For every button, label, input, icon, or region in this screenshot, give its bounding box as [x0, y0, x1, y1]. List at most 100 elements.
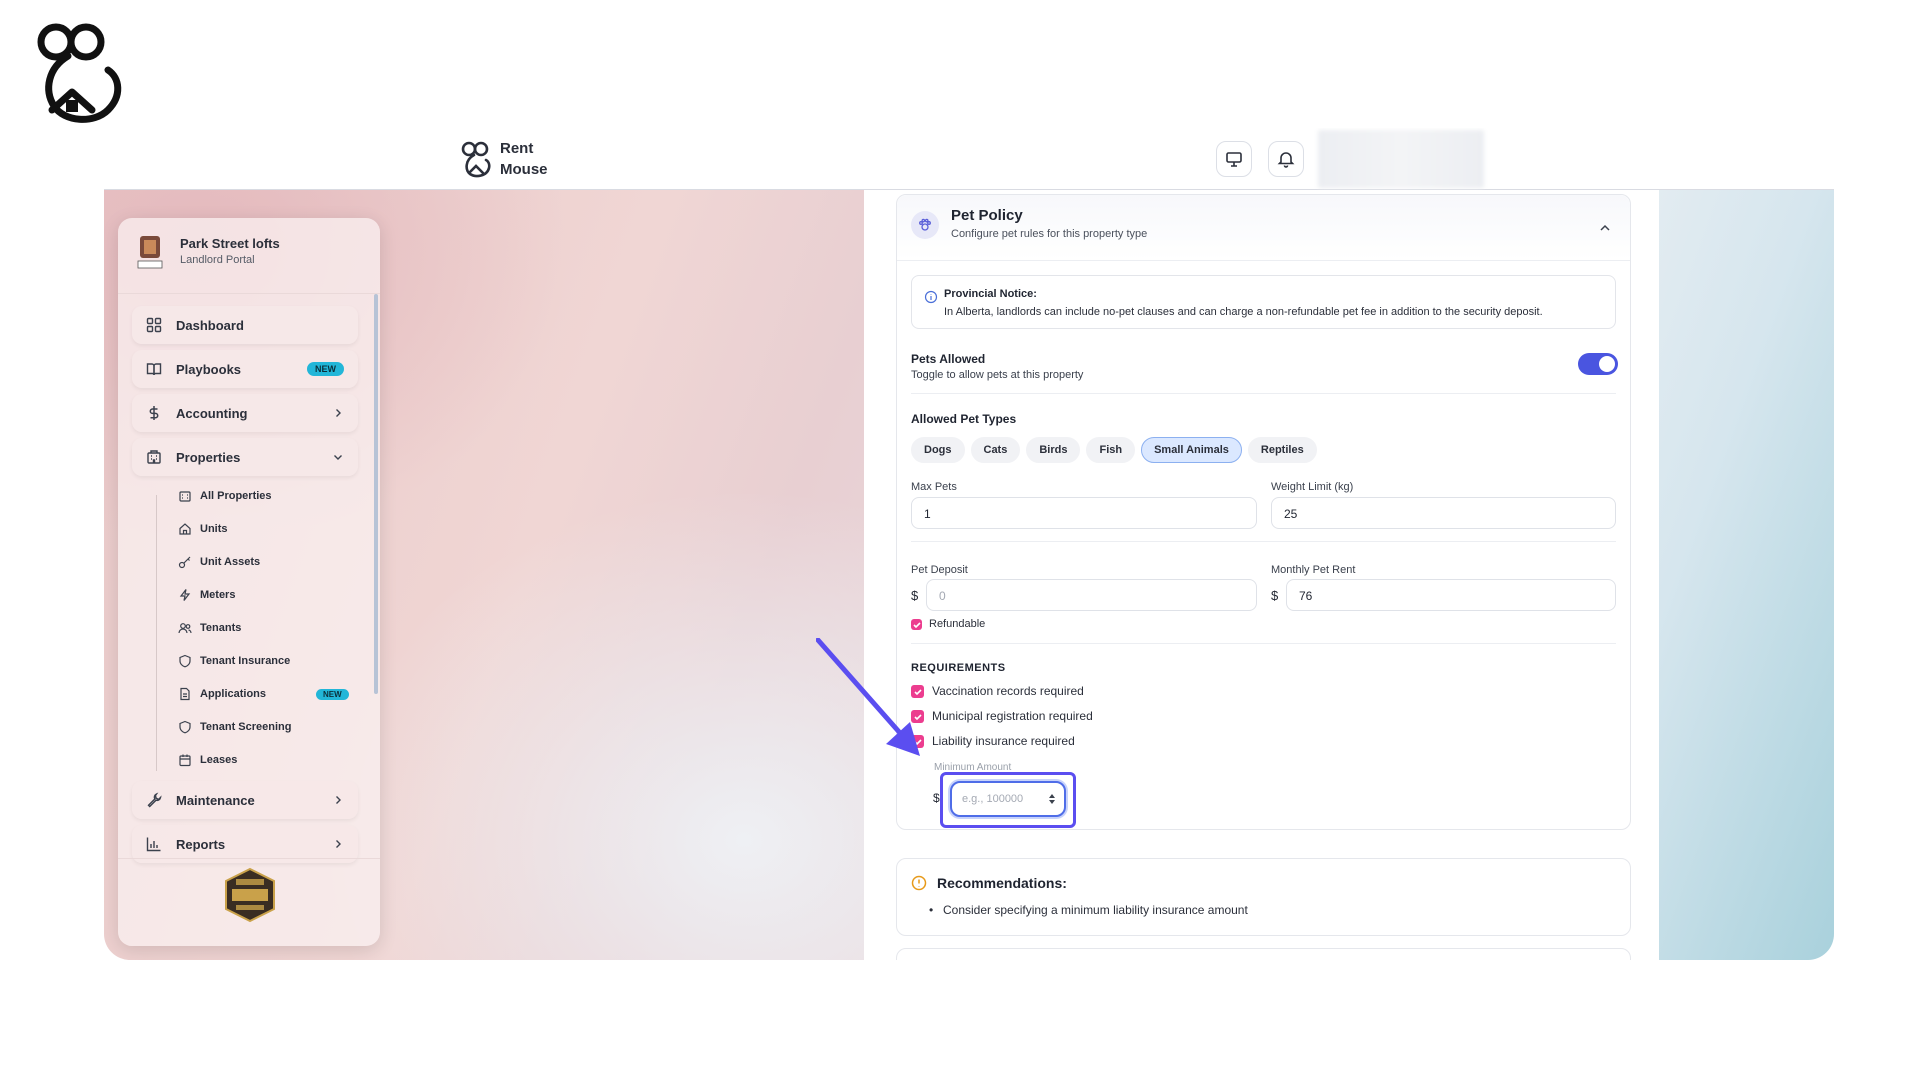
- users-icon: [178, 623, 192, 634]
- pro-founding-member-badge: [225, 867, 275, 923]
- sidebar-item-playbooks[interactable]: Playbooks NEW: [132, 350, 358, 388]
- bar-chart-icon: [146, 837, 161, 852]
- user-profile-blurred[interactable]: [1318, 130, 1484, 188]
- grid-icon: [146, 317, 162, 333]
- notice-title: Provincial Notice:: [944, 288, 1037, 300]
- sub-item-tenants[interactable]: Tenants: [178, 618, 241, 638]
- property-name: Park Street lofts: [180, 236, 280, 251]
- bell-icon: [1277, 152, 1295, 168]
- sidebar-item-label: Playbooks: [176, 362, 242, 377]
- building-icon: [147, 450, 161, 464]
- sub-item-leases[interactable]: Leases: [178, 750, 237, 770]
- monthly-pet-rent-input[interactable]: 76: [1286, 579, 1616, 611]
- sub-item-tenant-insurance[interactable]: Tenant Insurance: [178, 651, 290, 671]
- recommendations-card: Recommendations: Consider specifying a m…: [896, 858, 1631, 936]
- chip-reptiles[interactable]: Reptiles: [1247, 437, 1317, 463]
- rentmouse-logo-icon: [461, 141, 491, 178]
- refundable-label: Refundable: [929, 618, 986, 630]
- pet-deposit-label: Pet Deposit: [911, 564, 968, 576]
- pets-allowed-label: Pets Allowed: [911, 352, 986, 366]
- sub-item-label: All Properties: [200, 490, 272, 502]
- sub-item-applications[interactable]: Applications NEW: [178, 684, 349, 704]
- chevron-down-icon: [334, 455, 342, 460]
- sub-item-label: Leases: [200, 754, 238, 766]
- notifications-button[interactable]: [1268, 141, 1304, 177]
- sidebar-header[interactable]: Park Street lofts Landlord Portal: [118, 218, 380, 294]
- portal-label: Landlord Portal: [180, 254, 255, 266]
- chip-birds[interactable]: Birds: [1026, 437, 1081, 463]
- home-icon: [179, 523, 191, 535]
- sub-item-tenant-screening[interactable]: Tenant Screening: [178, 717, 291, 737]
- file-text-icon: [180, 687, 190, 701]
- property-logo: [137, 236, 163, 269]
- new-badge: NEW: [316, 688, 349, 700]
- sidebar-scrollbar[interactable]: [374, 294, 378, 694]
- chip-cats[interactable]: Cats: [970, 437, 1021, 463]
- sidebar-item-maintenance[interactable]: Maintenance: [132, 781, 358, 819]
- monthly-pet-rent-label: Monthly Pet Rent: [1271, 564, 1356, 576]
- municipal-registration-label: Municipal registration required: [932, 709, 1093, 723]
- chevron-up-icon[interactable]: [1598, 221, 1612, 235]
- sub-item-all-properties[interactable]: All Properties: [178, 486, 272, 506]
- currency-symbol: $: [911, 588, 919, 603]
- max-pets-label: Max Pets: [911, 481, 957, 493]
- pet-policy-header[interactable]: Pet Policy Configure pet rules for this …: [897, 195, 1630, 261]
- sub-item-label: Meters: [200, 589, 236, 601]
- provincial-notice: Provincial Notice: In Alberta, landlords…: [911, 275, 1616, 329]
- book-open-icon: [146, 363, 162, 376]
- sidebar: Park Street lofts Landlord Portal Dashbo…: [118, 218, 380, 946]
- check-icon: [912, 621, 921, 628]
- vaccination-label: Vaccination records required: [932, 684, 1084, 698]
- app-name: Rent Mouse: [500, 140, 548, 178]
- refundable-checkbox[interactable]: [911, 619, 922, 630]
- chip-fish[interactable]: Fish: [1086, 437, 1136, 463]
- new-badge: NEW: [307, 362, 344, 376]
- shield-icon: [179, 720, 191, 734]
- liability-insurance-label: Liability insurance required: [932, 734, 1075, 748]
- sidebar-item-label: Accounting: [176, 406, 248, 421]
- sidebar-item-label: Properties: [176, 450, 241, 465]
- pet-deposit-input[interactable]: 0: [926, 579, 1257, 611]
- recommendation-item: Consider specifying a minimum liability …: [929, 903, 1248, 917]
- sub-item-units[interactable]: Units: [178, 519, 228, 539]
- sub-item-label: Unit Assets: [200, 556, 261, 568]
- display-button[interactable]: [1216, 141, 1252, 177]
- chip-small-animals[interactable]: Small Animals: [1141, 437, 1242, 463]
- max-pets-input[interactable]: 1: [911, 497, 1257, 529]
- highlight-box: [940, 772, 1076, 828]
- divider: [911, 643, 1616, 644]
- sub-item-label: Tenant Insurance: [200, 655, 291, 667]
- shield-icon: [179, 654, 191, 668]
- chevron-right-icon: [336, 840, 341, 848]
- alert-circle-icon: [911, 875, 927, 891]
- allowed-pet-types-label: Allowed Pet Types: [911, 412, 1017, 426]
- paw-icon: [911, 211, 939, 239]
- next-card: [896, 948, 1631, 960]
- pet-policy-subtitle: Configure pet rules for this property ty…: [951, 228, 1148, 240]
- pets-allowed-toggle[interactable]: [1578, 353, 1618, 375]
- weight-limit-input[interactable]: 25: [1271, 497, 1616, 529]
- sub-item-unit-assets[interactable]: Unit Assets: [178, 552, 260, 572]
- building-icon: [179, 491, 191, 502]
- sub-item-meters[interactable]: Meters: [178, 585, 235, 605]
- chevron-right-icon: [336, 409, 341, 417]
- sidebar-item-accounting[interactable]: Accounting: [132, 394, 358, 432]
- app-screenshot: Rent Mouse Park Street lofts Landlord Po…: [104, 128, 1834, 960]
- chip-dogs[interactable]: Dogs: [911, 437, 965, 463]
- sidebar-item-label: Reports: [176, 837, 226, 852]
- pet-policy-title: Pet Policy: [951, 207, 1023, 224]
- weight-limit-label: Weight Limit (kg): [1271, 481, 1354, 493]
- pets-allowed-desc: Toggle to allow pets at this property: [911, 369, 1084, 381]
- notice-text: In Alberta, landlords can include no-pet…: [944, 306, 1543, 318]
- sidebar-item-properties[interactable]: Properties: [132, 438, 358, 476]
- currency-symbol: $: [933, 791, 940, 805]
- sidebar-item-dashboard[interactable]: Dashboard: [132, 306, 358, 344]
- sidebar-item-label: Dashboard: [176, 318, 244, 333]
- calendar-icon: [179, 754, 191, 767]
- recommendations-title: Recommendations:: [937, 875, 1067, 891]
- app-canvas: Park Street lofts Landlord Portal Dashbo…: [104, 190, 1834, 960]
- currency-symbol: $: [1271, 588, 1279, 603]
- pet-policy-card: Pet Policy Configure pet rules for this …: [896, 194, 1631, 830]
- info-icon: [924, 290, 938, 304]
- zap-icon: [179, 589, 191, 601]
